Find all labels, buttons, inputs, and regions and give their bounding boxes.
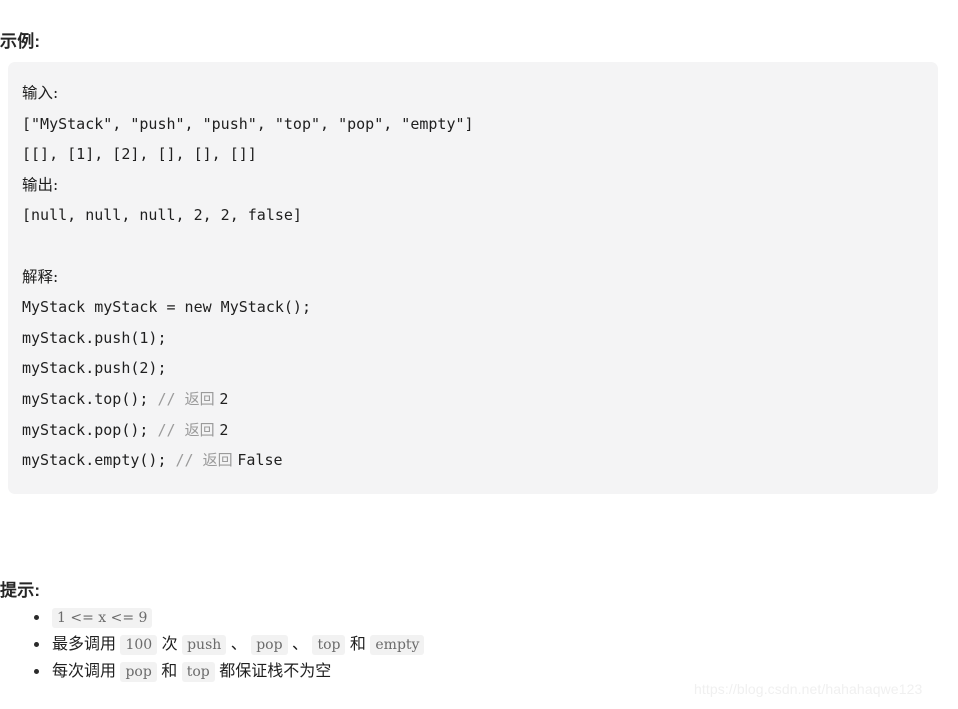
comment-value: 2 [219, 420, 229, 439]
code-line-label: 输出: [22, 175, 59, 194]
inline-code-chip: push [182, 635, 227, 655]
comment-slashes: // [157, 420, 185, 439]
hint-text: 次 [157, 636, 183, 653]
code-line-with-comment: myStack.pop(); // 返回 2 [22, 415, 924, 446]
hint-text: 、 [287, 636, 313, 653]
inline-code-chip: pop [251, 635, 288, 655]
hints-section-heading: 提示: [0, 581, 41, 601]
hints-list: 1 <= x <= 9 最多调用 100 次 push 、 pop 、 top 和… [0, 604, 900, 685]
code-line: MyStack myStack = new MyStack(); [22, 298, 311, 317]
hint-text: 每次调用 [52, 663, 121, 680]
watermark-text: https://blog.csdn.net/hahahaqwe123 [694, 681, 923, 697]
hint-list-item: 1 <= x <= 9 [0, 604, 900, 631]
hint-text: 和 [345, 636, 371, 653]
code-line-with-comment: myStack.top(); // 返回 2 [22, 384, 924, 415]
code-line: ["MyStack", "push", "push", "top", "pop"… [22, 114, 474, 133]
inline-code-chip: empty [370, 635, 425, 655]
hint-text: 最多调用 [52, 636, 121, 653]
comment-value: False [237, 451, 283, 470]
example-code-block: 输入: ["MyStack", "push", "push", "top", "p… [8, 62, 938, 494]
hint-text: 都保证栈不为空 [214, 663, 332, 680]
comment-slashes: // [175, 451, 203, 470]
code-line-label: 输入: [22, 84, 59, 102]
inline-code-chip: pop [120, 662, 157, 682]
code-statement: myStack.empty(); [22, 451, 176, 470]
comment-text: 返回 [202, 451, 238, 470]
code-statement: myStack.pop(); [22, 420, 158, 439]
inline-code-chip: 1 <= x <= 9 [52, 608, 153, 628]
comment-slashes: // [157, 389, 185, 408]
hint-list-item: 最多调用 100 次 push 、 pop 、 top 和 empty [0, 631, 900, 658]
bullet-icon [34, 642, 39, 647]
inline-code-chip: top [181, 662, 215, 682]
example-section-heading: 示例: [0, 32, 41, 52]
code-line: [[], [1], [2], [], [], []] [22, 145, 257, 164]
code-line: myStack.push(1); [22, 328, 167, 347]
comment-text: 返回 [184, 420, 220, 439]
hint-text: 、 [226, 636, 252, 653]
hint-text: 和 [156, 663, 182, 680]
inline-code-chip: 100 [120, 635, 158, 655]
bullet-icon [34, 615, 39, 620]
code-line-with-comment: myStack.empty(); // 返回 False [22, 445, 924, 476]
code-statement: myStack.top(); [22, 389, 158, 408]
inline-code-chip: top [312, 635, 346, 655]
code-line-label: 解释: [22, 267, 59, 286]
code-lines-container: 输入: ["MyStack", "push", "push", "top", "p… [22, 78, 924, 476]
code-line: myStack.push(2); [22, 359, 167, 378]
comment-text: 返回 [184, 389, 220, 408]
code-line: [null, null, null, 2, 2, false] [22, 206, 302, 225]
comment-value: 2 [219, 389, 229, 408]
bullet-icon [34, 669, 39, 674]
